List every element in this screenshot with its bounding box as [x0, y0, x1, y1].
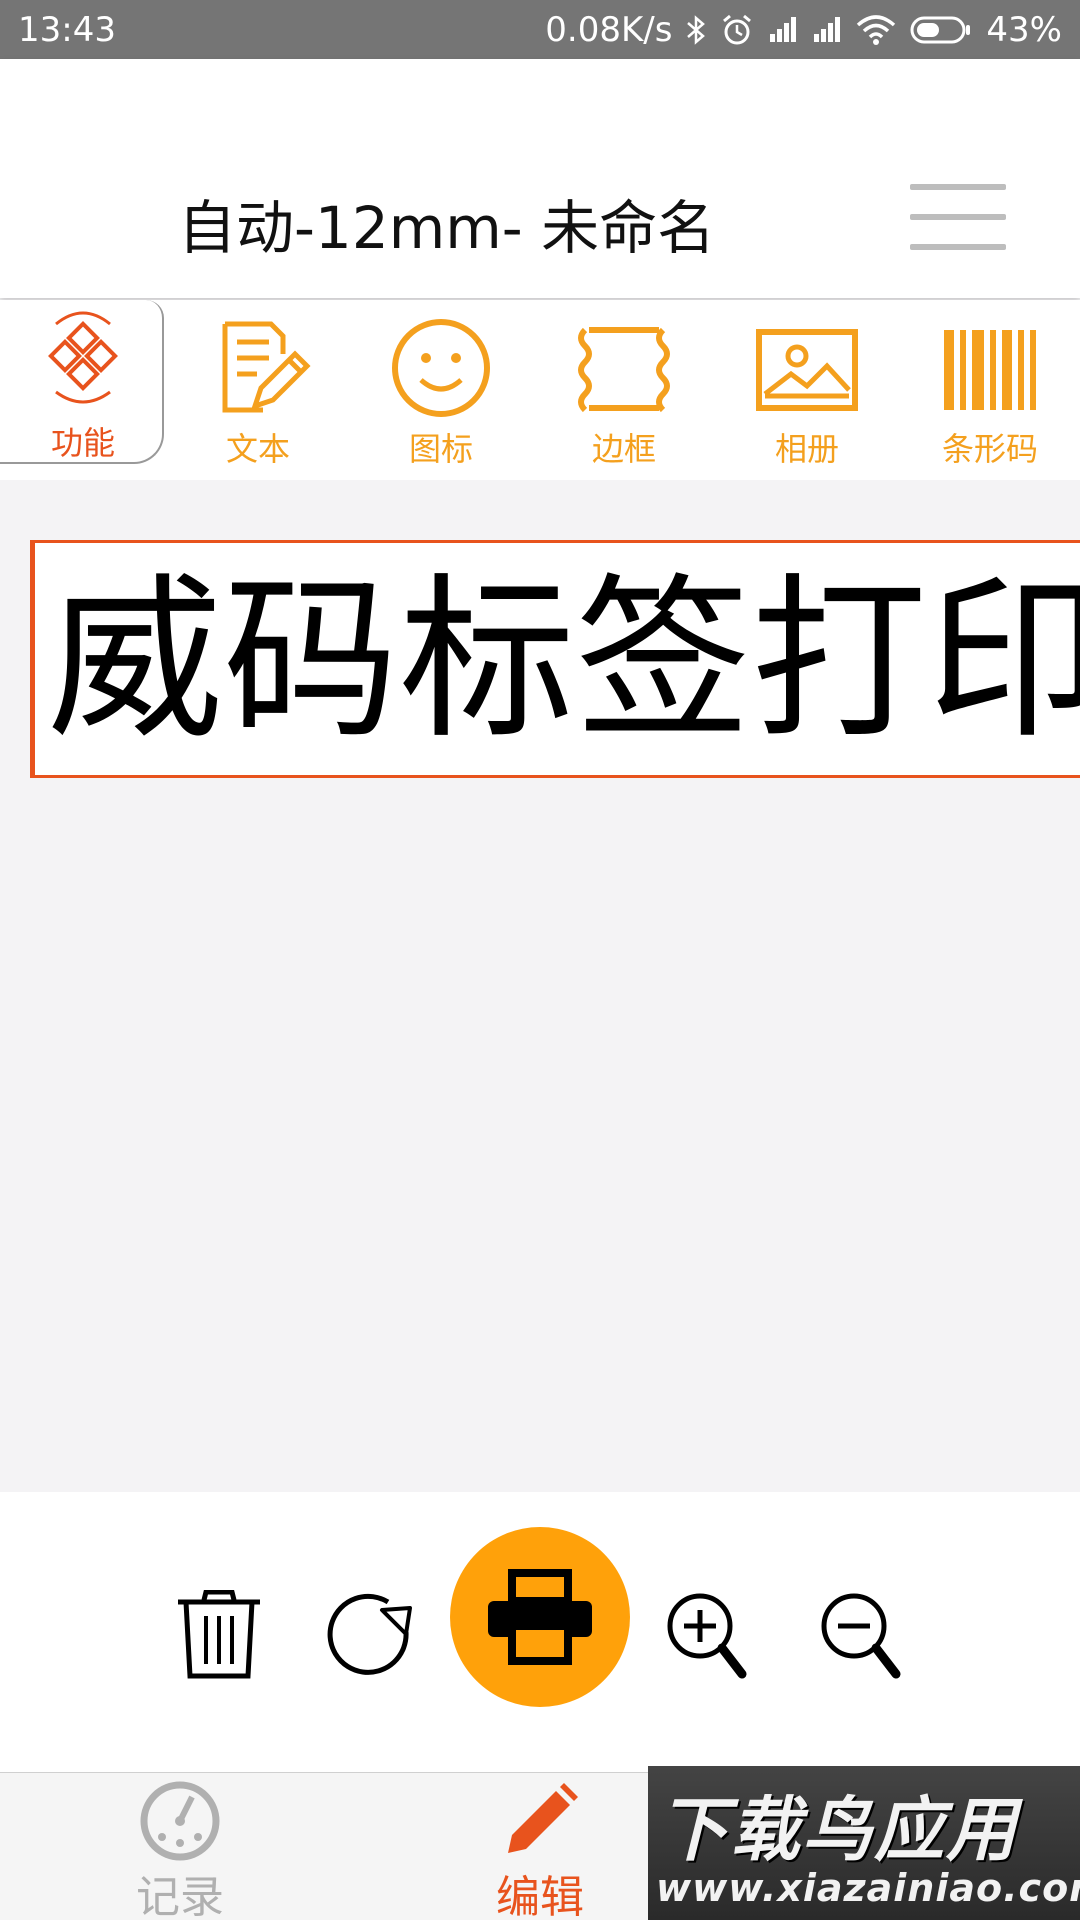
watermark-url: www.xiazainiao.com: [656, 1866, 1080, 1910]
page-title: 自动-12mm- 未命名: [178, 194, 716, 262]
label-text-element[interactable]: 威码标签打印: [30, 540, 1080, 778]
nav-label: 记录: [136, 1872, 224, 1920]
function-diamond-icon: [48, 311, 118, 404]
status-right: 0.08K/s 43%: [545, 10, 1062, 50]
tool-text-button[interactable]: 文本: [183, 300, 333, 480]
tool-border-button[interactable]: 边框: [549, 300, 699, 480]
border-frame-icon: [578, 327, 670, 413]
status-bar: 13:43 0.08K/s 43%: [0, 0, 1080, 59]
signal-icon: [812, 16, 842, 44]
printer-icon: [488, 1569, 592, 1665]
nav-label: 编辑: [496, 1872, 584, 1920]
tool-function-button[interactable]: 功能: [0, 300, 164, 480]
label-text: 威码标签打印: [47, 558, 1080, 763]
hamburger-menu-icon[interactable]: [910, 184, 1010, 254]
nav-edit[interactable]: 编辑: [440, 1773, 640, 1920]
tool-label: 文本: [225, 430, 290, 468]
tool-label: 图标: [408, 430, 473, 468]
signal-icon: [768, 16, 798, 44]
bluetooth-icon: [686, 14, 706, 46]
net-speed: 0.08K/s: [545, 9, 673, 50]
trash-icon[interactable]: [174, 1589, 264, 1684]
wifi-icon: [856, 14, 896, 45]
records-clock-icon: [140, 1781, 220, 1861]
smiley-icon: [392, 319, 490, 417]
zoom-out-icon[interactable]: [818, 1590, 902, 1686]
action-bar: [0, 1492, 1080, 1772]
tool-barcode-button[interactable]: 条形码: [915, 300, 1065, 480]
watermark-title: 下载鸟应用: [658, 1789, 1018, 1871]
tool-label: 功能: [50, 424, 115, 462]
tool-label: 条形码: [941, 430, 1038, 468]
tool-icon-button[interactable]: 图标: [366, 300, 516, 480]
tool-album-button[interactable]: 相册: [732, 300, 882, 480]
element-toolbar: 功能 文本 图标 边框 相册 条形码: [0, 300, 1080, 480]
pencil-icon: [508, 1783, 578, 1853]
label-canvas: 威码标签打印: [0, 480, 1080, 1492]
print-button[interactable]: [450, 1527, 630, 1707]
zoom-in-icon[interactable]: [664, 1590, 748, 1686]
battery-percent: 43%: [986, 9, 1062, 50]
tool-label: 边框: [591, 430, 656, 468]
watermark-logo: 下载鸟应用 www.xiazainiao.com: [648, 1766, 1080, 1920]
rotate-icon[interactable]: [326, 1590, 420, 1684]
tool-label: 相册: [774, 430, 839, 468]
app-header: 自动-12mm- 未命名: [0, 59, 1080, 298]
status-time: 13:43: [18, 9, 116, 50]
nav-records[interactable]: 记录: [80, 1773, 280, 1920]
alarm-icon: [720, 13, 754, 47]
barcode-icon: [944, 330, 1036, 410]
battery-icon: [910, 15, 972, 45]
photo-album-icon: [756, 329, 858, 411]
text-edit-icon: [222, 321, 311, 413]
